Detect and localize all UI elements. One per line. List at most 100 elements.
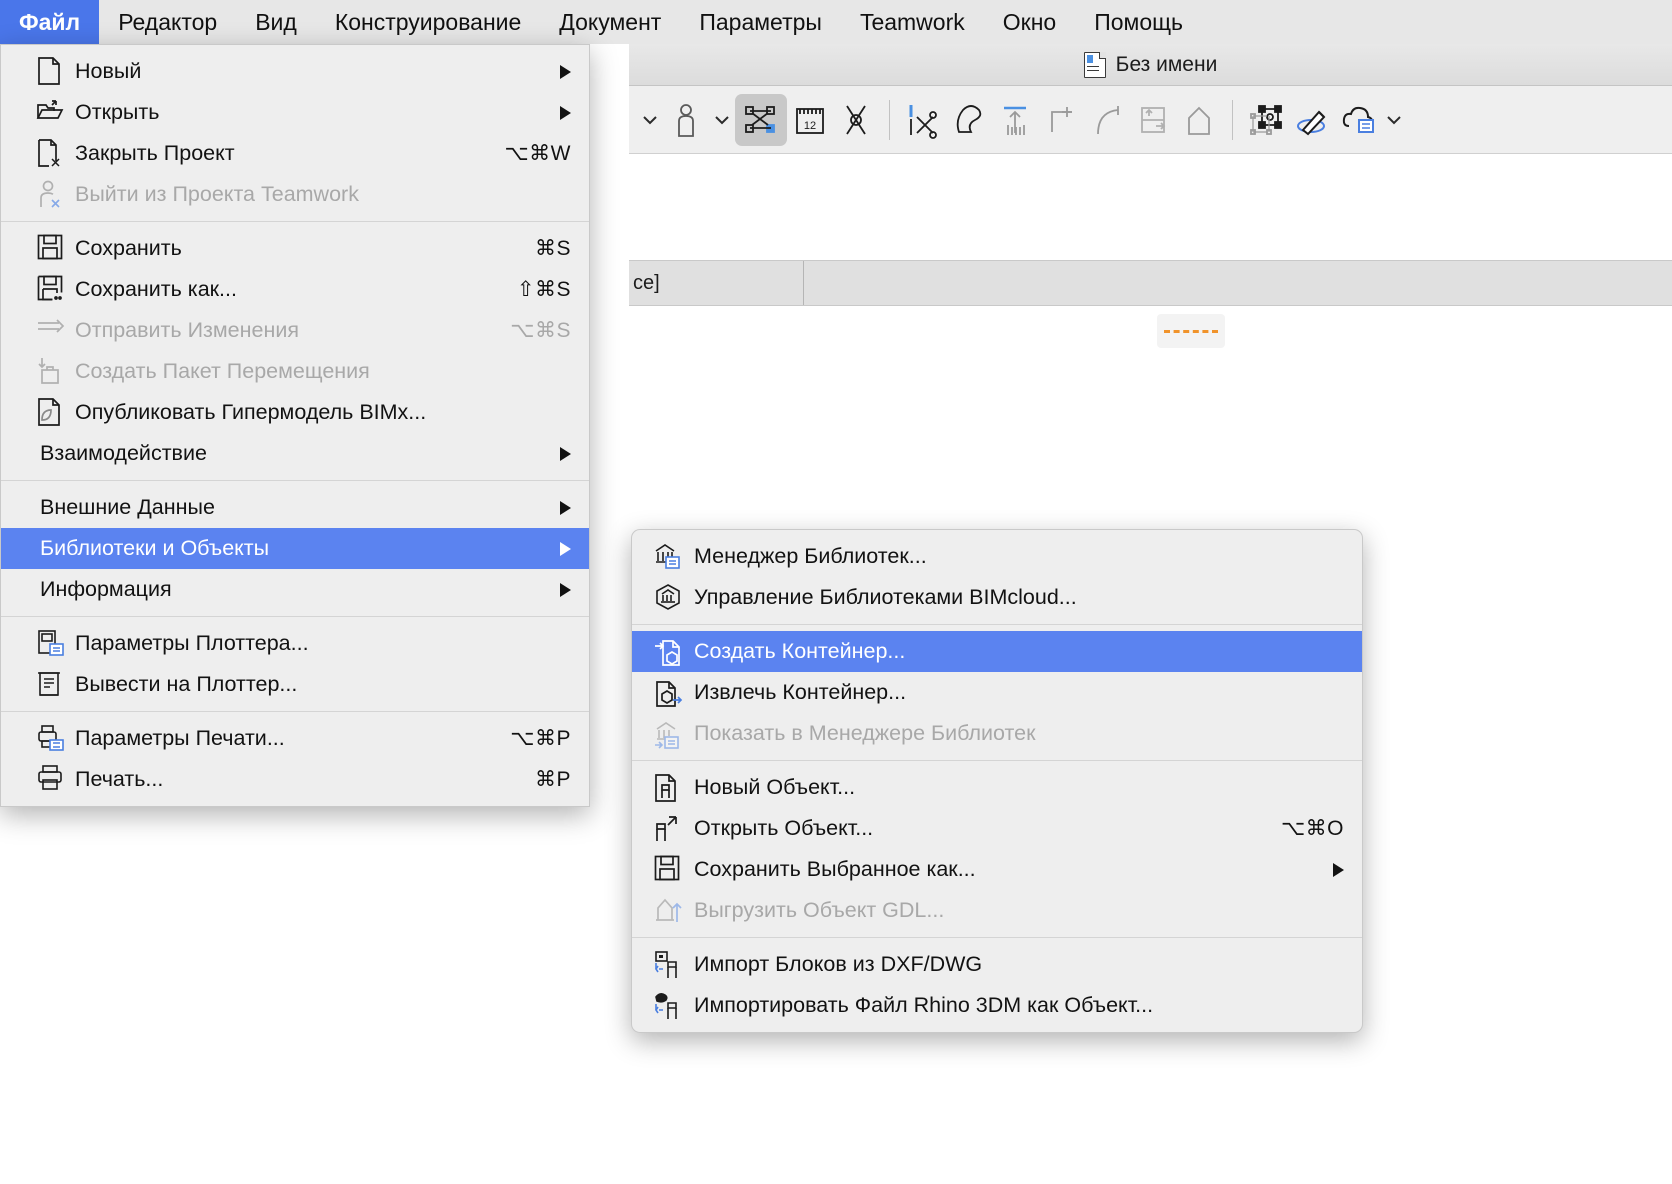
menu-item-external-data[interactable]: Внешние Данные xyxy=(1,487,589,528)
menu-item-publish-bimx[interactable]: Опубликовать Гипермодель BIMx... xyxy=(1,392,589,433)
import-rhino-icon xyxy=(654,991,684,1021)
submenu-item-import-rhino[interactable]: Импортировать Файл Rhino 3DM как Объект.… xyxy=(632,985,1362,1026)
menu-item-print[interactable]: Печать... ⌘P xyxy=(1,759,589,800)
person-tool-icon[interactable] xyxy=(663,95,709,145)
send-changes-icon xyxy=(37,316,67,346)
cloud-list-icon[interactable] xyxy=(1335,95,1381,145)
submenu-item-open-object[interactable]: Открыть Объект... ⌥⌘O xyxy=(632,808,1362,849)
menu-item-new[interactable]: Новый xyxy=(1,51,589,92)
plot-icon xyxy=(37,670,67,700)
menubar-label: Окно xyxy=(1002,8,1057,35)
libraries-objects-submenu: Менеджер Библиотек... Управление Библиот… xyxy=(631,529,1363,1033)
menu-item-shortcut: ⌘P xyxy=(534,768,571,791)
dashed-orange-line-icon xyxy=(1164,329,1218,333)
menu-separator xyxy=(1,711,589,712)
chevron-down-icon[interactable] xyxy=(637,95,663,145)
split-scissors-icon[interactable] xyxy=(900,95,946,145)
menu-item-label: Отправить Изменения xyxy=(75,318,299,342)
menubar-item-design[interactable]: Конструирование xyxy=(316,0,540,44)
menubar-label: Конструирование xyxy=(334,8,522,35)
publish-bimx-icon xyxy=(37,397,67,428)
info-strip: ce] xyxy=(629,260,1672,306)
menu-item-label: Печать... xyxy=(75,767,164,791)
chevron-down-icon[interactable] xyxy=(1381,95,1407,145)
push-pull-icon[interactable] xyxy=(1130,95,1176,145)
menu-item-interaction[interactable]: Взаимодействие xyxy=(1,433,589,474)
library-manager-icon xyxy=(654,542,684,572)
menu-item-print-settings[interactable]: Параметры Печати... ⌥⌘P xyxy=(1,718,589,759)
submenu-item-label: Управление Библиотеками BIMcloud... xyxy=(694,585,1077,609)
submenu-separator xyxy=(632,624,1362,625)
menubar-item-editor[interactable]: Редактор xyxy=(99,0,236,44)
create-container-icon xyxy=(654,637,684,667)
multiply-icon[interactable] xyxy=(992,95,1038,145)
measure-tape-icon[interactable]: 12 xyxy=(787,95,833,145)
menubar-item-options[interactable]: Параметры xyxy=(680,0,841,44)
menu-separator xyxy=(1,616,589,617)
menu-item-label: Опубликовать Гипермодель BIMx... xyxy=(75,400,427,424)
menubar-label: Помощь xyxy=(1094,8,1184,35)
submenu-item-show-in-library-manager: Показать в Менеджере Библиотек xyxy=(632,713,1362,754)
magic-wand-select-icon[interactable] xyxy=(735,93,787,146)
submenu-item-label: Импорт Блоков из DXF/DWG xyxy=(694,952,983,976)
file-menu-dropdown: Новый Открыть Закрыть Проект ⌥⌘W Выйти и… xyxy=(0,44,590,807)
menubar-item-help[interactable]: Помощь xyxy=(1075,0,1202,44)
menu-item-shortcut: ⇧⌘S xyxy=(516,278,571,301)
menu-item-save[interactable]: Сохранить ⌘S xyxy=(1,228,589,269)
menubar-item-window[interactable]: Окно xyxy=(984,0,1075,44)
trim-icon[interactable] xyxy=(946,95,992,145)
menu-item-label: Информация xyxy=(40,577,172,601)
menu-item-label: Внешние Данные xyxy=(40,495,215,519)
menubar-item-document[interactable]: Документ xyxy=(540,0,680,44)
menu-item-label: Выйти из Проекта Teamwork xyxy=(75,182,359,206)
menubar-label: Редактор xyxy=(118,8,218,35)
svg-text:12: 12 xyxy=(804,120,816,132)
submenu-item-label: Показать в Менеджере Библиотек xyxy=(694,721,1036,745)
plotter-settings-icon xyxy=(37,629,67,659)
create-travel-package-icon xyxy=(37,357,67,387)
submenu-item-label: Импортировать Файл Rhino 3DM как Объект.… xyxy=(694,993,1154,1017)
show-in-library-manager-icon xyxy=(654,719,684,749)
fillet-icon[interactable] xyxy=(1084,95,1130,145)
submenu-separator xyxy=(632,760,1362,761)
submenu-item-create-container[interactable]: Создать Контейнер... xyxy=(632,631,1362,672)
menu-item-save-as[interactable]: Сохранить как... ⇧⌘S xyxy=(1,269,589,310)
new-document-icon xyxy=(37,56,67,87)
menubar-label: Teamwork xyxy=(859,8,965,35)
submenu-item-label: Извлечь Контейнер... xyxy=(694,680,907,704)
menu-item-libraries-and-objects[interactable]: Библиотеки и Объекты xyxy=(1,528,589,569)
transform-node-icon[interactable] xyxy=(1243,95,1289,145)
menu-item-label: Открыть xyxy=(75,100,160,124)
menu-item-open[interactable]: Открыть xyxy=(1,92,589,133)
menubar-item-file[interactable]: Файл xyxy=(0,0,100,44)
menu-item-label: Параметры Печати... xyxy=(75,726,285,750)
elevate-icon[interactable] xyxy=(1176,95,1222,145)
chevron-down-icon[interactable] xyxy=(709,95,735,145)
submenu-item-extract-container[interactable]: Извлечь Контейнер... xyxy=(632,672,1362,713)
offset-corner-icon[interactable] xyxy=(1038,95,1084,145)
print-settings-icon xyxy=(37,724,67,754)
close-project-icon xyxy=(37,138,67,169)
node-tool-icon[interactable] xyxy=(833,95,879,145)
submenu-item-label: Менеджер Библиотек... xyxy=(694,544,927,568)
menu-item-close-project[interactable]: Закрыть Проект ⌥⌘W xyxy=(1,133,589,174)
print-icon xyxy=(37,764,67,795)
open-object-icon xyxy=(654,814,684,844)
menubar-item-teamwork[interactable]: Teamwork xyxy=(841,0,984,44)
submenu-item-library-manager[interactable]: Менеджер Библиотек... xyxy=(632,536,1362,577)
submenu-item-new-object[interactable]: Новый Объект... xyxy=(632,767,1362,808)
app-window: Без имени 12 ce] Файл Редактор Вид Конст… xyxy=(0,0,1672,1184)
edit-pencil-icon[interactable] xyxy=(1289,95,1335,145)
submenu-item-bimcloud-libraries[interactable]: Управление Библиотеками BIMcloud... xyxy=(632,577,1362,618)
menu-item-information[interactable]: Информация xyxy=(1,569,589,610)
chevron-right-icon xyxy=(560,500,571,515)
submenu-item-import-dxf-blocks[interactable]: Импорт Блоков из DXF/DWG xyxy=(632,944,1362,985)
menu-item-plot[interactable]: Вывести на Плоттер... xyxy=(1,664,589,705)
menu-item-leave-teamwork: Выйти из Проекта Teamwork xyxy=(1,174,589,215)
menu-item-plotter-settings[interactable]: Параметры Плоттера... xyxy=(1,623,589,664)
menubar-label: Параметры xyxy=(699,8,822,35)
submenu-item-save-selection-as[interactable]: Сохранить Выбранное как... xyxy=(632,849,1362,890)
dashed-marker-widget xyxy=(1157,314,1225,348)
menubar-item-view[interactable]: Вид xyxy=(236,0,316,44)
submenu-item-label: Новый Объект... xyxy=(694,775,856,799)
